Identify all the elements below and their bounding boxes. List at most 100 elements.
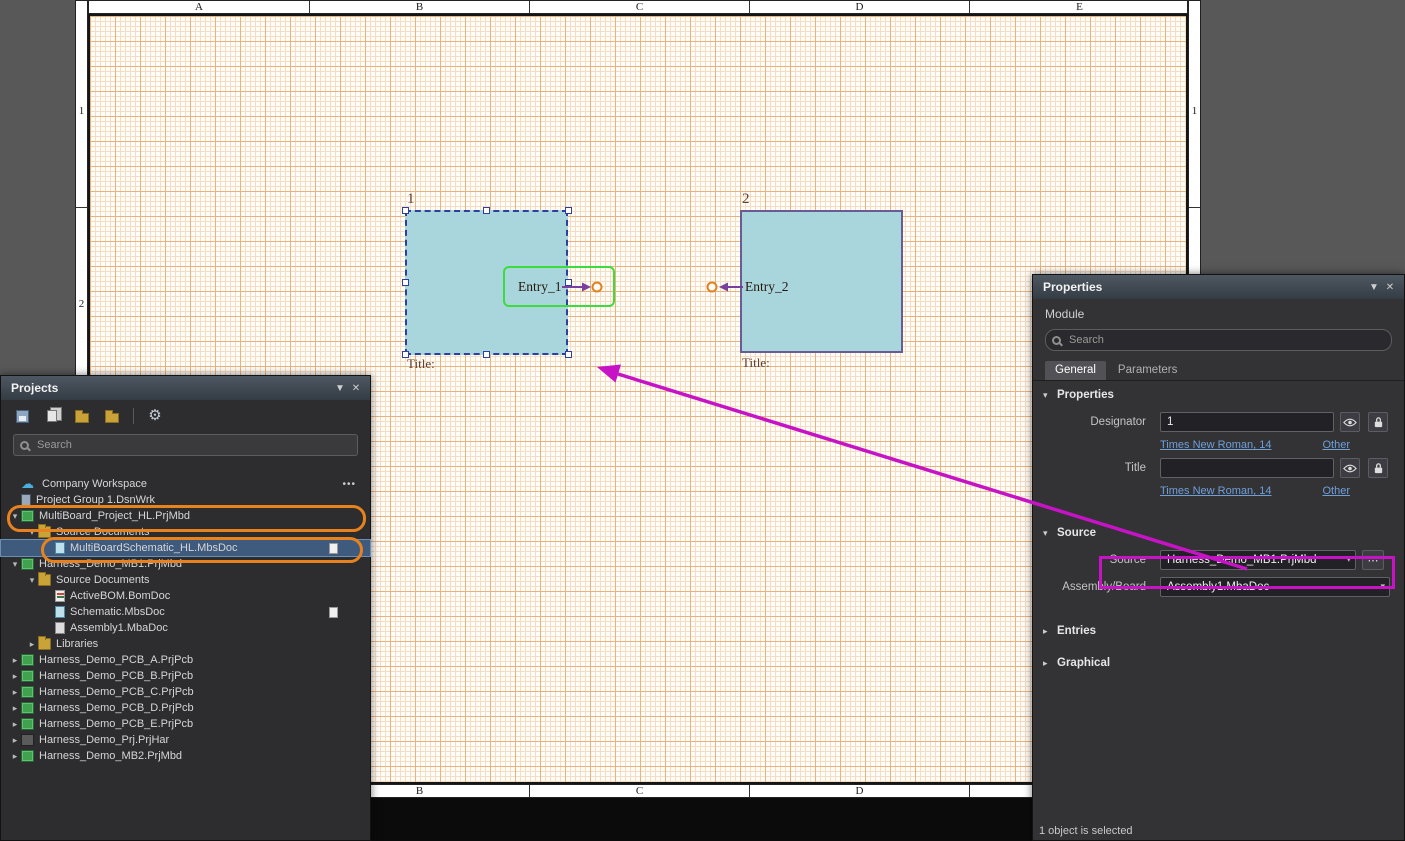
expand-closed-icon[interactable]: ▸	[9, 719, 21, 730]
folder-icon	[38, 526, 51, 538]
open-project-button[interactable]	[73, 407, 91, 425]
expand-closed-icon[interactable]: ▸	[26, 639, 38, 650]
section-source[interactable]: ▾ Source	[1033, 519, 1404, 543]
assembly-board-label: Assembly/Board	[1033, 581, 1146, 593]
tree-item-label: ActiveBOM.BomDoc	[70, 590, 170, 602]
ruler-top: ABCDE	[88, 0, 1188, 14]
expand-closed-icon[interactable]: ▸	[9, 703, 21, 714]
expand-closed-icon[interactable]: ▸	[9, 671, 21, 682]
copy-button[interactable]	[43, 407, 61, 425]
expand-closed-icon[interactable]: ▸	[9, 687, 21, 698]
module-1-entry[interactable]: Entry_1	[518, 279, 562, 295]
section-graphical[interactable]: ▸ Graphical	[1033, 649, 1404, 673]
tree-item[interactable]: ▸Harness_Demo_PCB_D.PrjPcb	[1, 700, 370, 716]
close-icon[interactable]: ✕	[348, 383, 364, 394]
tree-item[interactable]: MultiBoardSchematic_HL.MbsDoc	[1, 540, 370, 556]
title-field[interactable]	[1160, 458, 1334, 478]
selection-handle[interactable]	[565, 279, 572, 286]
close-icon[interactable]: ✕	[1382, 282, 1398, 293]
tree-item[interactable]: ▸ Libraries	[1, 636, 370, 652]
lock-icon	[1373, 416, 1384, 429]
selection-handle[interactable]	[483, 207, 490, 214]
projects-search[interactable]	[13, 434, 358, 456]
tree-item[interactable]: ▸ Harness_Demo_PCB_E.PrjPcb	[1, 716, 370, 732]
module-2-entry[interactable]: Entry_2	[745, 279, 789, 295]
tab-parameters[interactable]: Parameters	[1108, 361, 1187, 380]
properties-search[interactable]	[1045, 329, 1392, 351]
properties-search-input[interactable]	[1067, 333, 1385, 347]
projects-tree: ☁Company Workspace•••Project Group 1.Dsn…	[1, 476, 370, 764]
ruler-label: B	[309, 1, 529, 13]
tree-item[interactable]: ▾ Harness_Demo_MB1.PrjMbd	[1, 556, 370, 572]
designator-other-link[interactable]: Other	[1322, 439, 1350, 451]
tree-item[interactable]: ▾Source Documents	[1, 524, 370, 540]
panel-menu-icon[interactable]: ▼	[332, 383, 348, 394]
selection-handle[interactable]	[402, 279, 409, 286]
expand-closed-icon[interactable]: ▸	[9, 655, 21, 666]
lock-button[interactable]	[1368, 412, 1388, 432]
ruler-label: 1	[1189, 15, 1200, 207]
eye-icon	[1343, 418, 1357, 427]
lock-button[interactable]	[1368, 458, 1388, 478]
expand-closed-icon[interactable]: ▸	[9, 735, 21, 746]
properties-panel-header[interactable]: Properties ▼ ✕	[1033, 275, 1404, 299]
project-pcb-icon	[21, 702, 34, 714]
folder-icon	[38, 638, 51, 650]
expand-open-icon[interactable]: ▾	[9, 559, 21, 570]
expand-open-icon[interactable]: ▾	[26, 527, 38, 538]
settings-button[interactable]: ⚙	[146, 407, 164, 425]
projects-panel-header[interactable]: Projects ▼ ✕	[1, 376, 370, 400]
selection-handle[interactable]	[565, 207, 572, 214]
section-entries[interactable]: ▸ Entries	[1033, 617, 1404, 641]
assembly-board-dropdown[interactable]: Assembly1.MbaDoc ▾	[1160, 577, 1390, 597]
tree-item[interactable]: ☁Company Workspace•••	[1, 476, 370, 492]
visibility-button[interactable]	[1340, 412, 1360, 432]
source-dropdown[interactable]: Harness_Demo_MB1.PrjMbd ▾	[1160, 550, 1356, 570]
panel-menu-icon[interactable]: ▼	[1366, 282, 1382, 293]
tree-item[interactable]: Assembly1.MbaDoc	[1, 620, 370, 636]
project-pcb-icon	[21, 654, 34, 666]
tree-item[interactable]: ▸Harness_Demo_PCB_A.PrjPcb	[1, 652, 370, 668]
module-2-designator: 2	[742, 191, 750, 208]
title-other-link[interactable]: Other	[1322, 485, 1350, 497]
tree-item-label: Harness_Demo_PCB_C.PrjPcb	[39, 686, 194, 698]
source-label: Source	[1033, 554, 1146, 566]
save-button[interactable]	[13, 407, 31, 425]
tree-item-label: Harness_Demo_MB1.PrjMbd	[39, 558, 182, 570]
title-font-link[interactable]: Times New Roman, 14	[1160, 485, 1271, 497]
expand-closed-icon[interactable]: ▸	[9, 751, 21, 762]
expand-open-icon[interactable]: ▾	[9, 511, 21, 522]
projects-panel-title: Projects	[11, 381, 58, 395]
tree-item[interactable]: Schematic.MbsDoc	[1, 604, 370, 620]
add-project-button[interactable]	[103, 407, 121, 425]
selection-handle[interactable]	[402, 207, 409, 214]
designator-font-link[interactable]: Times New Roman, 14	[1160, 439, 1271, 451]
tree-item[interactable]: ▸Harness_Demo_Prj.PrjHar	[1, 732, 370, 748]
tree-item-label: Harness_Demo_PCB_E.PrjPcb	[39, 718, 193, 730]
designator-field[interactable]	[1160, 412, 1334, 432]
tree-item[interactable]: ▾MultiBoard_Project_HL.PrjMbd	[1, 508, 370, 524]
ruler-label: D	[749, 1, 969, 13]
visibility-button[interactable]	[1340, 458, 1360, 478]
tree-item[interactable]: ActiveBOM.BomDoc	[1, 588, 370, 604]
source-more-button[interactable]: ⋯	[1362, 550, 1384, 570]
tree-item[interactable]: ▸Harness_Demo_MB2.PrjMbd	[1, 748, 370, 764]
selection-handle[interactable]	[483, 351, 490, 358]
gear-icon: ⚙	[148, 407, 161, 425]
tab-general[interactable]: General	[1045, 361, 1106, 380]
tree-item-label: Libraries	[56, 638, 98, 650]
expand-open-icon[interactable]: ▾	[26, 575, 38, 586]
project-pcb-icon	[21, 718, 34, 730]
tree-item[interactable]: Project Group 1.DsnWrk	[1, 492, 370, 508]
tree-item[interactable]: ▸Harness_Demo_PCB_B.PrjPcb	[1, 668, 370, 684]
folder-icon	[38, 574, 51, 586]
tree-item[interactable]: ▾Source Documents	[1, 572, 370, 588]
selection-handle[interactable]	[565, 351, 572, 358]
tree-item[interactable]: ▸ Harness_Demo_PCB_C.PrjPcb	[1, 684, 370, 700]
projects-search-input[interactable]	[35, 438, 351, 452]
selection-handle[interactable]	[402, 351, 409, 358]
add-folder-icon	[105, 413, 119, 423]
search-icon	[20, 441, 29, 450]
section-properties[interactable]: ▾ Properties	[1033, 381, 1404, 405]
more-button[interactable]: •••	[342, 479, 356, 490]
